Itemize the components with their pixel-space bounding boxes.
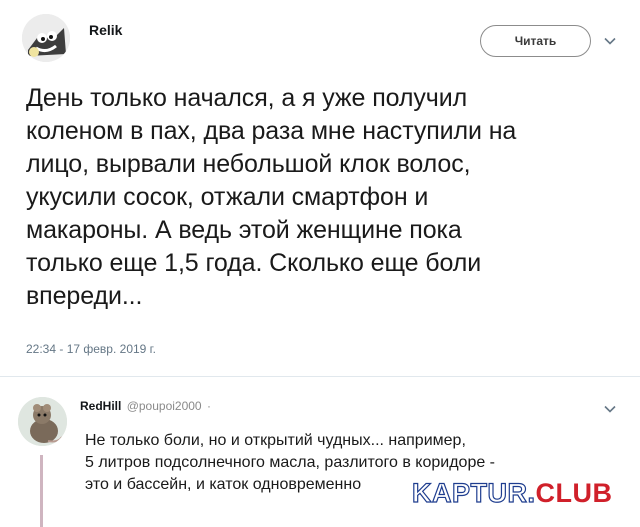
tweet-text: День только начался, а я уже получил кол… [26,82,616,313]
reply-author-name[interactable]: RedHill [80,399,121,413]
tweet-text-line: укусили сосок, отжали смартфон и [26,183,429,211]
watermark-part: CLUB [535,478,613,508]
reply-separator: · [206,399,211,413]
reply-avatar[interactable] [18,397,67,446]
thread-line [40,455,43,527]
tweet-timestamp[interactable]: 22:34 - 17 февр. 2019 г. [26,342,156,356]
divider [0,376,640,377]
tweet-text-line: только еще 1,5 года. Сколько еще боли [26,249,482,277]
rat-avatar-icon [18,397,67,446]
chevron-down-icon[interactable] [603,34,617,48]
tweet-text-line: впереди... [26,282,143,310]
reply-header: RedHill @poupoi2000 · [80,399,211,413]
watermark-part: KAPTUR. [411,477,536,508]
chevron-down-icon[interactable] [603,402,617,416]
tweet-text-line: День только начался, а я уже получил [26,84,468,112]
author-avatar[interactable] [22,14,70,62]
follow-button[interactable]: Читать [480,25,591,57]
tweet-text-line: лицо, вырвали небольшой клок волос, [26,150,471,178]
cartoon-avatar-icon [22,14,70,62]
tweet-text-line: макароны. А ведь этой женщине пока [26,216,462,244]
reply-text-line: Не только боли, но и открытий чудных... … [85,432,466,449]
reply-text-line: 5 литров подсолнечного масла, разлитого … [85,454,496,471]
reply-author-handle[interactable]: @poupoi2000 [127,399,202,413]
author-name[interactable]: Relik [89,22,122,38]
watermark: KAPTUR.CLUB [411,477,613,509]
tweet-text-line: коленом в пах, два раза мне наступили на [26,117,517,145]
